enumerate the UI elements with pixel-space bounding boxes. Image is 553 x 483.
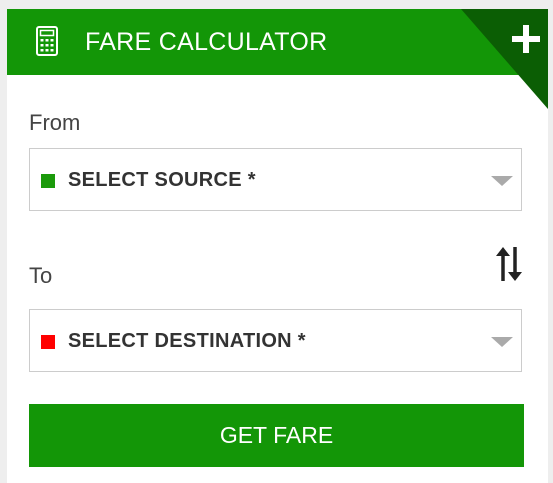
fare-calculator-widget: FARE CALCULATOR From SELECT SOURCE * To …	[7, 9, 548, 483]
to-label: To	[29, 263, 53, 288]
get-fare-button[interactable]: GET FARE	[29, 404, 524, 467]
destination-select[interactable]: SELECT DESTINATION *	[29, 309, 522, 372]
swap-vertical-arrows-icon[interactable]	[494, 245, 524, 283]
source-select[interactable]: SELECT SOURCE *	[29, 148, 522, 211]
source-select-text: SELECT SOURCE *	[68, 169, 256, 191]
widget-title: FARE CALCULATOR	[85, 28, 328, 56]
expand-corner-button[interactable]	[461, 9, 548, 109]
calculator-icon	[36, 26, 58, 56]
chevron-down-icon	[491, 337, 513, 347]
destination-select-text: SELECT DESTINATION *	[68, 330, 306, 352]
from-label: From	[29, 110, 81, 135]
destination-marker	[41, 335, 55, 349]
chevron-down-icon	[491, 176, 513, 186]
source-marker	[41, 174, 55, 188]
